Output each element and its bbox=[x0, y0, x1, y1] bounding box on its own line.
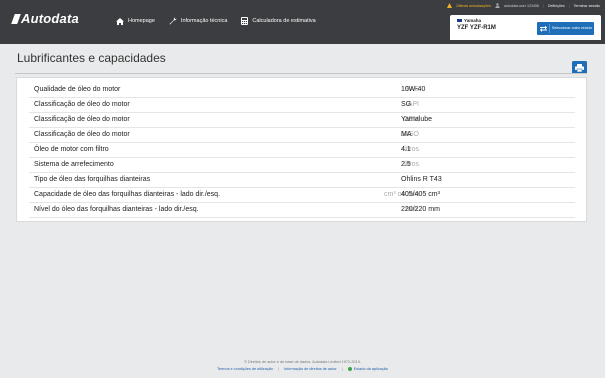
row-label: Capacidade de óleo das forquilhas diante… bbox=[34, 191, 221, 198]
table-row: Classificação de óleo do motor JASO MA bbox=[29, 127, 575, 143]
table-row: Tipo de óleo das forquilhas dianteiras O… bbox=[29, 172, 575, 188]
nav-homepage[interactable]: Homepage bbox=[116, 17, 155, 25]
wrench-icon bbox=[169, 17, 177, 25]
table-row: Sistema de arrefecimento litros 2.5 bbox=[29, 157, 575, 173]
table-row: Classificação de óleo do motor API SG bbox=[29, 97, 575, 113]
row-value: 405/405 cm³ bbox=[401, 191, 440, 198]
logo-text: Autodata bbox=[21, 11, 79, 26]
copyright-info-link[interactable]: Informação de direitos de autor bbox=[284, 367, 337, 371]
main-nav: Homepage Informação técnica Calculadora … bbox=[116, 17, 330, 25]
nav-estimate-calculator[interactable]: Calculadora de estimativa bbox=[241, 17, 316, 25]
home-icon bbox=[116, 17, 124, 25]
title-divider bbox=[15, 73, 587, 74]
latest-updates-link[interactable]: Últimas actualizações bbox=[456, 4, 491, 8]
row-value: Yamalube bbox=[401, 116, 433, 123]
row-label: Qualidade de óleo do motor bbox=[34, 86, 121, 93]
utility-bar: Últimas actualizações autodata.user 1234… bbox=[447, 3, 600, 8]
select-other-vehicle-button[interactable]: Seleccionar outro veículo bbox=[537, 22, 594, 35]
row-value: SG bbox=[401, 101, 412, 108]
nav-homepage-label: Homepage bbox=[128, 18, 155, 24]
row-label: Classificação de óleo do motor bbox=[34, 101, 130, 108]
vehicle-brand: Yamaha bbox=[457, 18, 481, 23]
swap-arrows-icon bbox=[537, 24, 550, 33]
row-label: Nível do óleo das forquilhas dianteiras … bbox=[34, 206, 199, 213]
brand-flag-icon bbox=[457, 19, 462, 22]
logout-link[interactable]: Terminar sessão bbox=[574, 4, 600, 8]
table-row: Capacidade de óleo das forquilhas diante… bbox=[29, 187, 575, 203]
vehicle-brand-label: Yamaha bbox=[464, 18, 482, 23]
nav-technical-info[interactable]: Informação técnica bbox=[169, 17, 227, 25]
vehicle-model: YZF YZF-R1M bbox=[457, 25, 496, 31]
row-value: MA bbox=[401, 131, 412, 138]
print-icon bbox=[575, 63, 584, 72]
row-label: Classificação de óleo do motor bbox=[34, 116, 130, 123]
copyright-text: © Direitos de autor e de base de dados. … bbox=[244, 360, 361, 364]
settings-link[interactable]: Definições bbox=[548, 4, 565, 8]
app-status-link[interactable]: Estado da aplicação bbox=[354, 367, 388, 371]
row-value: 220/220 mm bbox=[401, 206, 440, 213]
username-label: autodata.user 123456 bbox=[503, 3, 539, 8]
nav-estimate-calculator-label: Calculadora de estimativa bbox=[252, 18, 316, 24]
top-bar: Autodata Homepage Informação técnica Cal… bbox=[0, 0, 605, 44]
lubricants-table: Qualidade de óleo do motor SAE 10W-40 Cl… bbox=[16, 77, 587, 222]
nav-technical-info-label: Informação técnica bbox=[180, 18, 228, 24]
row-value: 4.1 bbox=[401, 146, 411, 153]
row-value: 2.5 bbox=[401, 161, 411, 168]
autodata-logo[interactable]: Autodata bbox=[11, 11, 79, 26]
row-label: Tipo de óleo das forquilhas dianteiras bbox=[34, 176, 151, 183]
terms-link[interactable]: Termos e condições de utilização bbox=[217, 367, 273, 371]
table-row: Classificação de óleo do motor OEM Yamal… bbox=[29, 112, 575, 128]
selected-vehicle-card: Yamaha YZF YZF-R1M Seleccionar outro veí… bbox=[450, 15, 601, 40]
status-ok-icon bbox=[347, 367, 352, 371]
select-other-vehicle-label: Seleccionar outro veículo bbox=[551, 26, 593, 31]
page-title: Lubrificantes e capacidades bbox=[17, 51, 166, 65]
table-row: Qualidade de óleo do motor SAE 10W-40 bbox=[29, 82, 575, 98]
row-value: 10W-40 bbox=[401, 86, 426, 93]
logo-mark-icon bbox=[11, 14, 21, 24]
warning-icon bbox=[447, 3, 453, 8]
row-label: Sistema de arrefecimento bbox=[34, 161, 114, 168]
calculator-icon bbox=[241, 17, 249, 25]
user-icon bbox=[495, 3, 500, 8]
table-row: Nível do óleo das forquilhas dianteiras … bbox=[29, 202, 575, 218]
row-label: Óleo de motor com filtro bbox=[34, 146, 109, 153]
row-value: Ohlins R T43 bbox=[401, 176, 442, 183]
table-row: Óleo de motor com filtro litros 4.1 bbox=[29, 142, 575, 158]
row-label: Classificação de óleo do motor bbox=[34, 131, 130, 138]
footer-links: Termos e condições de utilização | Infor… bbox=[217, 367, 388, 371]
